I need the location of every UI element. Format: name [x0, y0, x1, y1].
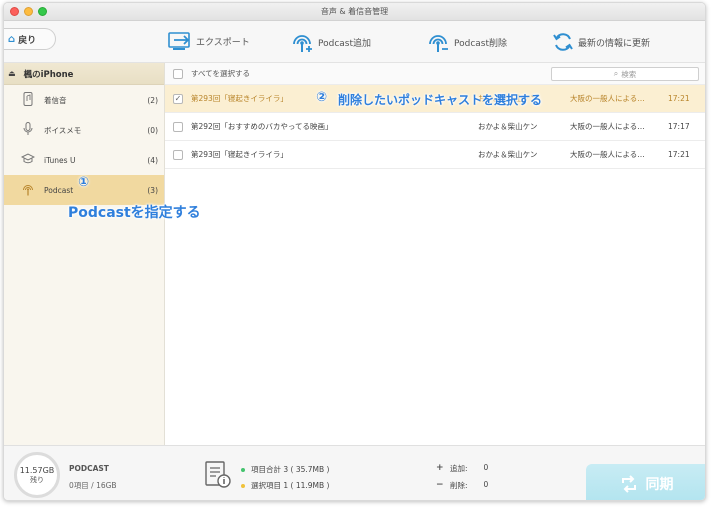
sync-button[interactable]: 同期 — [586, 464, 705, 500]
delete-podcast-button[interactable]: Podcast削除 — [426, 31, 507, 53]
add-podcast-button[interactable]: Podcast追加 — [290, 31, 371, 53]
document-info-icon — [205, 461, 231, 488]
export-icon — [168, 32, 190, 50]
selected-items: 選択項目 1 ( 11.9MB ) — [241, 480, 329, 491]
row-checkbox[interactable]: ✓ — [173, 93, 183, 104]
total-items-label: 項目合計 3 ( 35.7MB ) — [251, 465, 330, 474]
row-duration: 17:17 — [668, 122, 690, 131]
podcast-delete-icon — [429, 35, 448, 52]
back-button[interactable]: ⌂ 戻り — [4, 28, 56, 50]
selected-items-label: 選択項目 1 ( 11.9MB ) — [251, 481, 330, 490]
delete-counter: − 削除: 0 — [436, 480, 488, 491]
sidebar-item-voice-memos[interactable]: ボイスメモ (0) — [4, 115, 164, 145]
row-title: 第293回「寝起きイライラ」 — [191, 150, 288, 159]
search-icon: ⌕ — [613, 69, 619, 78]
sidebar-item-count: (4) — [147, 155, 158, 165]
row-duration: 17:21 — [668, 150, 690, 159]
search-input[interactable]: ⌕ 検索 — [551, 67, 699, 81]
row-artist: おかよ＆柴山ケン — [478, 122, 538, 131]
step1-text: Podcastを指定する — [68, 205, 201, 221]
sync-icon — [621, 474, 636, 493]
yellow-dot-icon — [241, 483, 245, 488]
export-button[interactable]: エクスポート — [168, 31, 250, 51]
select-all-label: すべてを選択する — [191, 69, 251, 78]
green-dot-icon — [241, 467, 245, 472]
table-row[interactable]: 第293回「寝起きイライラ」 おかよ＆柴山ケン 大阪の一般人による… 17:21 — [165, 141, 705, 169]
row-album: 大阪の一般人による… — [570, 122, 645, 131]
window-title: 音声 & 着信音管理 — [320, 7, 389, 16]
podcast-list-panel: すべてを選択する ⌕ 検索 ✓ 第293回「寝起きイライラ」 おかよ＆柴山ケン … — [165, 63, 705, 445]
sidebar-item-ringtones[interactable]: 着信音 (2) — [4, 85, 164, 115]
storage-gauge: 11.57GB 残り — [14, 452, 60, 498]
status-footer: 11.57GB 残り PODCAST 0項目 / 16GB 項目合計 3 ( 3… — [4, 445, 705, 500]
sidebar-item-label: Podcast — [44, 185, 74, 195]
toolbar: ⌂ 戻り エクスポート Podcast追加 Podcast削除 最新の情報に更新 — [4, 21, 705, 63]
eject-icon[interactable]: ⏏ — [8, 69, 16, 78]
sync-label: 同期 — [645, 476, 674, 493]
delete-text: 削除: — [450, 481, 468, 490]
step2-number: ② — [316, 90, 328, 105]
delete-count: 0 — [483, 480, 489, 489]
device-name: 楓のiPhone — [23, 69, 74, 80]
add-count: 0 — [483, 463, 489, 472]
sidebar-item-label: 着信音 — [44, 95, 67, 105]
sidebar-item-label: ボイスメモ — [44, 125, 82, 135]
search-placeholder: 検索 — [621, 69, 637, 79]
table-row[interactable]: 第292回「おすすめのバカやってる映画」 おかよ＆柴山ケン 大阪の一般人による…… — [165, 113, 705, 141]
sidebar-item-itunes-u[interactable]: iTunes U (4) — [4, 145, 164, 175]
title-bar: 音声 & 着信音管理 — [4, 3, 705, 21]
device-header[interactable]: ⏏ 楓のiPhone — [4, 63, 164, 85]
category-label: PODCAST — [69, 464, 109, 473]
refresh-button[interactable]: 最新の情報に更新 — [552, 31, 650, 53]
row-album: 大阪の一般人による… — [570, 94, 645, 103]
row-title: 第292回「おすすめのバカやってる映画」 — [191, 122, 333, 131]
delete-podcast-label: Podcast削除 — [454, 38, 508, 49]
microphone-icon — [20, 121, 36, 139]
list-header: すべてを選択する ⌕ 検索 — [165, 63, 705, 85]
graduation-cap-icon — [20, 152, 36, 168]
minus-icon: − — [436, 480, 444, 490]
refresh-icon — [553, 33, 573, 51]
row-album: 大阪の一般人による… — [570, 150, 645, 159]
sidebar-item-count: (3) — [147, 185, 158, 195]
row-checkbox[interactable] — [173, 149, 183, 160]
row-checkbox[interactable] — [173, 121, 183, 132]
back-label: 戻り — [18, 35, 37, 46]
add-podcast-label: Podcast追加 — [318, 38, 372, 49]
sidebar-item-label: iTunes U — [44, 155, 76, 165]
row-artist: おかよ＆柴山ケン — [478, 150, 538, 159]
total-items: 項目合計 3 ( 35.7MB ) — [241, 464, 329, 475]
sidebar: ⏏ 楓のiPhone 着信音 (2) ボイスメモ (0) iTunes U (4… — [4, 63, 165, 445]
device-capacity: 0項目 / 16GB — [69, 481, 117, 490]
refresh-label: 最新の情報に更新 — [578, 38, 651, 49]
sidebar-item-count: (2) — [147, 95, 158, 105]
add-counter: + 追加: 0 — [436, 463, 488, 474]
sidebar-item-count: (0) — [147, 125, 158, 135]
step2-text: 削除したいポッドキャストを選択する — [338, 93, 543, 107]
plus-icon: + — [436, 463, 444, 473]
phone-icon — [20, 91, 36, 109]
export-label: エクスポート — [196, 37, 250, 48]
storage-label: 残り — [30, 476, 44, 484]
podcast-add-icon — [293, 35, 312, 52]
step1-number: ① — [78, 175, 90, 190]
row-duration: 17:21 — [668, 94, 690, 103]
app-window: 音声 & 着信音管理 ⌂ 戻り エクスポート Podcast追加 Podcast… — [3, 2, 706, 501]
storage-value: 11.57GB — [19, 466, 55, 475]
add-text: 追加: — [450, 464, 468, 473]
podcast-icon — [20, 182, 36, 199]
select-all-checkbox[interactable] — [173, 68, 183, 79]
home-icon: ⌂ — [8, 33, 16, 45]
